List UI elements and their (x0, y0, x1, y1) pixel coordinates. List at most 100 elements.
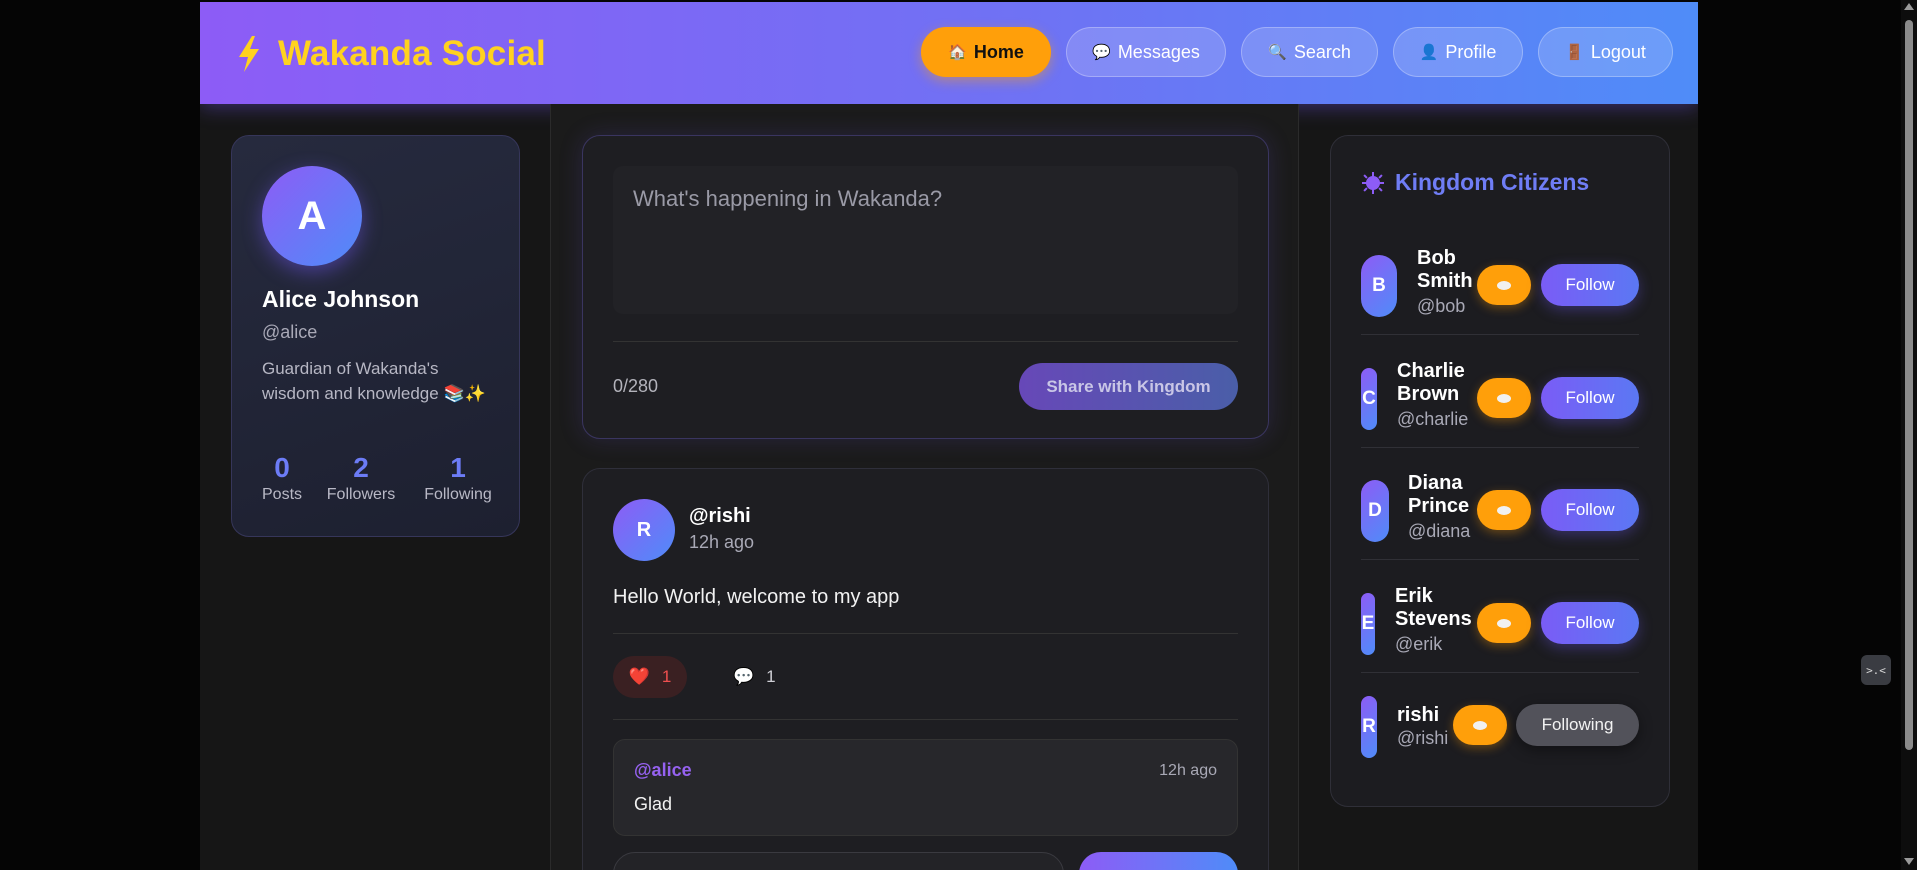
divider (613, 341, 1238, 342)
comment-icon: 💬 (733, 667, 755, 686)
stat-value: 1 (450, 452, 466, 483)
nav-search-label: Search (1293, 41, 1351, 62)
comment-button[interactable]: 💬 1 (733, 656, 776, 698)
post-timestamp: 12h ago (689, 532, 755, 552)
post-author[interactable]: @rishi (689, 505, 751, 528)
nav-profile-button[interactable]: 👤 Profile (1393, 27, 1523, 77)
brand-name: Wakanda Social (278, 34, 546, 73)
scroll-thumb[interactable] (1905, 20, 1913, 750)
speech-bubble-icon (1473, 720, 1487, 730)
citizen-handle: @charlie (1397, 409, 1469, 429)
char-counter: 0/280 (613, 376, 659, 396)
profile-bio: Guardian of Wakanda's wisdom and knowled… (262, 359, 486, 403)
nav-home-label: Home (973, 41, 1024, 62)
stat-label: Posts (262, 486, 303, 503)
message-button[interactable] (1453, 705, 1507, 745)
comment-count: 1 (766, 667, 776, 686)
divider (1361, 334, 1639, 335)
nav-logout-button[interactable]: 🚪 Logout (1538, 27, 1673, 77)
message-button[interactable] (1477, 603, 1531, 643)
follow-button[interactable]: Follow (1541, 489, 1639, 531)
comment-item: @alice 12h ago Glad (613, 739, 1238, 836)
panel-title: Kingdom Citizens (1361, 169, 1589, 196)
citizen-handle: @erik (1395, 634, 1443, 654)
citizen-name[interactable]: rishi (1397, 704, 1439, 727)
avatar[interactable]: C (1361, 368, 1377, 430)
stat-value: 2 (353, 452, 369, 483)
stat-value: 0 (274, 452, 290, 483)
message-button[interactable] (1477, 490, 1531, 530)
search-icon: 🔍 (1268, 44, 1287, 61)
divider (1361, 447, 1639, 448)
stat-posts[interactable]: 0 Posts (262, 452, 302, 504)
message-button[interactable] (1477, 265, 1531, 305)
profile-card: A Alice Johnson @alice Guardian of Wakan… (231, 135, 520, 537)
profile-name: Alice Johnson (262, 286, 420, 312)
scroll-up-arrow-icon[interactable] (1904, 3, 1914, 10)
citizen-name[interactable]: Erik Stevens (1395, 585, 1475, 631)
speech-bubble-icon (1497, 393, 1511, 403)
comment-submit-button[interactable] (1079, 852, 1238, 870)
nav-messages-label: Messages (1117, 41, 1200, 62)
door-icon: 🚪 (1565, 44, 1584, 61)
following-button[interactable]: Following (1516, 704, 1639, 746)
citizens-panel: Kingdom Citizens B Bob Smith @bob Follow… (1330, 135, 1670, 807)
citizen-row: C Charlie Brown @charlie Follow (1361, 351, 1639, 447)
stat-label: Followers (326, 486, 396, 503)
comment-author[interactable]: @alice (634, 760, 692, 781)
comment-timestamp: 12h ago (1159, 762, 1217, 779)
divider (613, 719, 1238, 720)
nav-search-button[interactable]: 🔍 Search (1241, 27, 1378, 77)
citizen-handle: @diana (1408, 521, 1471, 541)
avatar[interactable]: A (262, 166, 362, 266)
share-button[interactable]: Share with Kingdom (1019, 363, 1238, 410)
like-button[interactable]: ❤️ 1 (613, 656, 687, 698)
stat-followers[interactable]: 2 Followers (322, 452, 400, 504)
page-scrollbar[interactable] (1901, 0, 1917, 870)
scroll-down-arrow-icon[interactable] (1904, 858, 1914, 865)
citizen-name-text: Erik Stevens (1395, 585, 1472, 630)
comment-input[interactable] (613, 852, 1064, 870)
panel-title-text: Kingdom Citizens (1395, 169, 1590, 195)
follow-button[interactable]: Follow (1541, 602, 1639, 644)
message-button[interactable] (1477, 378, 1531, 418)
citizen-handle: @rishi (1397, 728, 1449, 748)
app-window: Wakanda Social 🏠 Home 💬 Messages 🔍 Searc… (200, 2, 1698, 870)
heart-icon: ❤️ (628, 667, 650, 686)
post-card: R @rishi 12h ago Hello World, welcome to… (582, 468, 1269, 870)
nav-home-button[interactable]: 🏠 Home (921, 27, 1051, 77)
citizen-row: D Diana Prince @diana Follow (1361, 463, 1639, 559)
citizen-name-text: Bob Smith (1417, 247, 1473, 292)
profile-handle: @alice (262, 322, 318, 342)
avatar[interactable]: R (613, 499, 675, 561)
avatar[interactable]: E (1361, 593, 1375, 655)
sun-badge-icon (1362, 171, 1384, 194)
avatar[interactable]: B (1361, 255, 1397, 317)
citizen-row: E Erik Stevens @erik Follow (1361, 576, 1639, 672)
speech-bubble-icon (1497, 505, 1511, 515)
stat-following[interactable]: 1 Following (418, 452, 498, 504)
column-divider (1298, 104, 1299, 870)
user-icon: 👤 (1419, 44, 1439, 61)
nav-logout-label: Logout (1590, 41, 1646, 62)
follow-button[interactable]: Follow (1541, 377, 1639, 419)
nav-messages-button[interactable]: 💬 Messages (1066, 27, 1226, 77)
comment-text: Glad (634, 794, 673, 814)
post-composer: 0/280 Share with Kingdom (582, 135, 1269, 439)
avatar[interactable]: D (1361, 480, 1389, 542)
like-count: 1 (661, 667, 672, 686)
post-text: Hello World, welcome to my app (613, 586, 900, 608)
citizen-name[interactable]: Bob Smith (1417, 247, 1477, 293)
avatar[interactable]: R (1361, 696, 1377, 758)
citizen-name[interactable]: Diana Prince (1408, 472, 1476, 518)
brand[interactable]: Wakanda Social (236, 32, 546, 76)
code-icon[interactable]: >.< (1861, 655, 1891, 685)
post-input[interactable] (613, 166, 1238, 314)
follow-button[interactable]: Follow (1541, 264, 1639, 306)
stat-label: Following (424, 486, 492, 503)
divider (1361, 672, 1639, 673)
citizen-name[interactable]: Charlie Brown (1397, 360, 1471, 406)
speech-bubble-icon (1497, 280, 1511, 290)
speech-bubble-icon (1497, 618, 1511, 628)
lightning-icon (239, 36, 259, 72)
